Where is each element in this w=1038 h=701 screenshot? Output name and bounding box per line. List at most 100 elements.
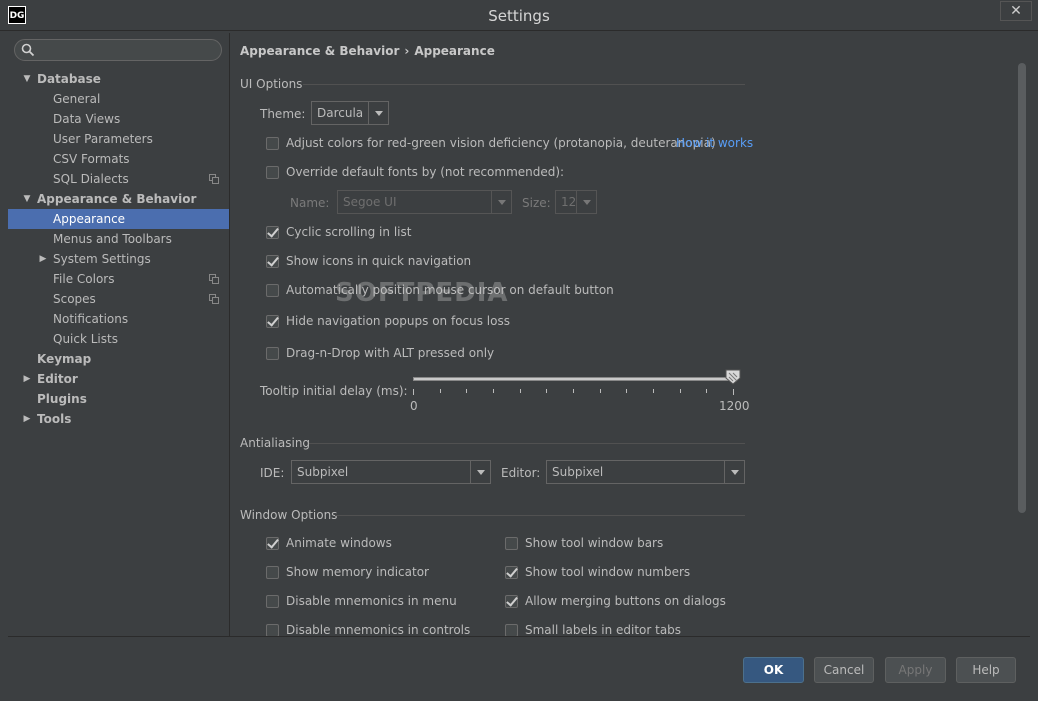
hide-popups-checkbox[interactable] <box>266 315 279 328</box>
sidebar-item-user-parameters[interactable]: User Parameters <box>8 129 229 149</box>
sidebar-item-appearance[interactable]: Appearance <box>8 209 229 229</box>
sidebar-item-system-settings[interactable]: ▶ System Settings <box>8 249 229 269</box>
sidebar-item-data-views[interactable]: Data Views <box>8 109 229 129</box>
hide-popups-label: Hide navigation popups on focus loss <box>286 314 510 328</box>
override-fonts-label: Override default fonts by (not recommend… <box>286 165 565 179</box>
chevron-down-icon <box>724 461 744 483</box>
search-box[interactable] <box>14 39 222 61</box>
auto-position-checkbox[interactable] <box>266 284 279 297</box>
theme-combo[interactable]: Darcula <box>311 101 389 125</box>
ok-button[interactable]: OK <box>743 657 804 683</box>
slider-tick <box>680 389 681 393</box>
how-it-works-link[interactable]: How it works <box>676 136 753 150</box>
override-fonts-checkbox[interactable] <box>266 166 279 179</box>
font-name-combo[interactable]: Segoe UI <box>337 190 512 214</box>
show-tool-numbers-label: Show tool window numbers <box>525 565 691 579</box>
editor-antialiasing-combo[interactable]: Subpixel <box>546 460 745 484</box>
expanded-arrow-icon[interactable]: ▼ <box>22 69 32 89</box>
slider-tick <box>520 389 521 393</box>
disable-mnemonics-menu-label: Disable mnemonics in menu <box>286 594 457 608</box>
chevron-down-icon <box>368 102 388 124</box>
vertical-scrollbar[interactable] <box>1018 63 1026 513</box>
sidebar-item-label: Keymap <box>37 352 92 366</box>
window-options-divider <box>335 515 745 516</box>
sidebar-item-keymap[interactable]: Keymap <box>8 349 229 369</box>
antialiasing-divider <box>309 443 745 444</box>
collapsed-arrow-icon[interactable]: ▶ <box>22 369 32 389</box>
small-labels-label: Small labels in editor tabs <box>525 623 682 637</box>
sidebar-item-label: File Colors <box>53 272 115 286</box>
disable-mnemonics-menu-checkbox[interactable] <box>266 595 279 608</box>
apply-button[interactable]: Apply <box>885 657 946 683</box>
sidebar-item-general[interactable]: General <box>8 89 229 109</box>
show-tool-bars-checkbox[interactable] <box>505 537 518 550</box>
collapsed-arrow-icon[interactable]: ▶ <box>22 409 32 429</box>
project-level-icon <box>209 274 219 284</box>
sidebar-item-label: Editor <box>37 372 78 386</box>
sidebar-item-menus-and-toolbars[interactable]: Menus and Toolbars <box>8 229 229 249</box>
slider-tick <box>413 389 414 395</box>
sidebar-item-notifications[interactable]: Notifications <box>8 309 229 329</box>
sidebar-item-scopes[interactable]: Scopes <box>8 289 229 309</box>
font-name-label: Name: <box>290 196 330 210</box>
settings-content: Appearance & Behavior › Appearance UI Opti… <box>231 33 1030 637</box>
sidebar-item-quick-lists[interactable]: Quick Lists <box>8 329 229 349</box>
collapsed-arrow-icon[interactable]: ▶ <box>38 249 48 269</box>
show-tool-numbers-checkbox[interactable] <box>505 566 518 579</box>
slider-tick <box>493 389 494 393</box>
slider-thumb[interactable] <box>725 369 741 385</box>
sidebar-item-label: Data Views <box>53 112 121 126</box>
ui-options-title: UI Options <box>240 77 303 91</box>
sidebar-item-sql-dialects[interactable]: SQL Dialects <box>8 169 229 189</box>
cyclic-scrolling-checkbox[interactable] <box>266 226 279 239</box>
adjust-colors-checkbox[interactable] <box>266 137 279 150</box>
sidebar-item-editor[interactable]: ▶ Editor <box>8 369 229 389</box>
tooltip-delay-slider-track[interactable] <box>413 377 735 381</box>
sidebar-item-file-colors[interactable]: File Colors <box>8 269 229 289</box>
slider-tick <box>706 389 707 393</box>
breadcrumb-separator: › <box>404 44 410 58</box>
show-memory-label: Show memory indicator <box>286 565 429 579</box>
close-icon: ✕ <box>1010 3 1022 19</box>
sidebar-item-tools[interactable]: ▶ Tools <box>8 409 229 429</box>
show-icons-checkbox[interactable] <box>266 255 279 268</box>
font-size-combo[interactable]: 12 <box>555 190 597 214</box>
animate-windows-checkbox[interactable] <box>266 537 279 550</box>
sidebar-item-label: Scopes <box>53 292 96 306</box>
ide-antialiasing-combo[interactable]: Subpixel <box>291 460 491 484</box>
sidebar-item-label: SQL Dialects <box>53 172 129 186</box>
ide-antialiasing-value: Subpixel <box>297 465 349 479</box>
title-bar: DG Settings ✕ <box>0 0 1038 31</box>
show-icons-label: Show icons in quick navigation <box>286 254 472 268</box>
tooltip-min-label: 0 <box>410 399 418 413</box>
slider-tick <box>573 389 574 393</box>
sidebar-item-appearance-behavior[interactable]: ▼ Appearance & Behavior <box>8 189 229 209</box>
softpedia-watermark: SOFTPEDIA <box>335 278 509 308</box>
slider-tick <box>466 389 467 393</box>
sidebar-item-plugins[interactable]: Plugins <box>8 389 229 409</box>
sidebar-item-label: Plugins <box>37 392 87 406</box>
sidebar-item-label: Appearance <box>53 212 126 226</box>
cancel-button[interactable]: Cancel <box>814 657 874 683</box>
allow-merging-checkbox[interactable] <box>505 595 518 608</box>
window-title: Settings <box>488 7 550 25</box>
close-button[interactable]: ✕ <box>1000 1 1032 21</box>
animate-windows-label: Animate windows <box>286 536 392 550</box>
search-input[interactable] <box>39 42 219 58</box>
expanded-arrow-icon[interactable]: ▼ <box>22 189 32 209</box>
sidebar-item-label: System Settings <box>53 252 151 266</box>
slider-tick <box>626 389 627 393</box>
breadcrumb-current: Appearance <box>414 44 495 58</box>
sidebar-item-label: Menus and Toolbars <box>53 232 172 246</box>
font-size-value: 12 <box>561 195 577 209</box>
sidebar-item-label: Notifications <box>53 312 129 326</box>
sidebar-item-csv-formats[interactable]: CSV Formats <box>8 149 229 169</box>
editor-antialiasing-value: Subpixel <box>552 465 604 479</box>
breadcrumb-parent[interactable]: Appearance & Behavior <box>240 44 399 58</box>
slider-tick <box>653 389 654 393</box>
show-memory-checkbox[interactable] <box>266 566 279 579</box>
sidebar-item-database[interactable]: ▼ Database <box>8 69 229 89</box>
help-button[interactable]: Help <box>956 657 1016 683</box>
drag-n-drop-checkbox[interactable] <box>266 347 279 360</box>
slider-tick <box>546 389 547 393</box>
